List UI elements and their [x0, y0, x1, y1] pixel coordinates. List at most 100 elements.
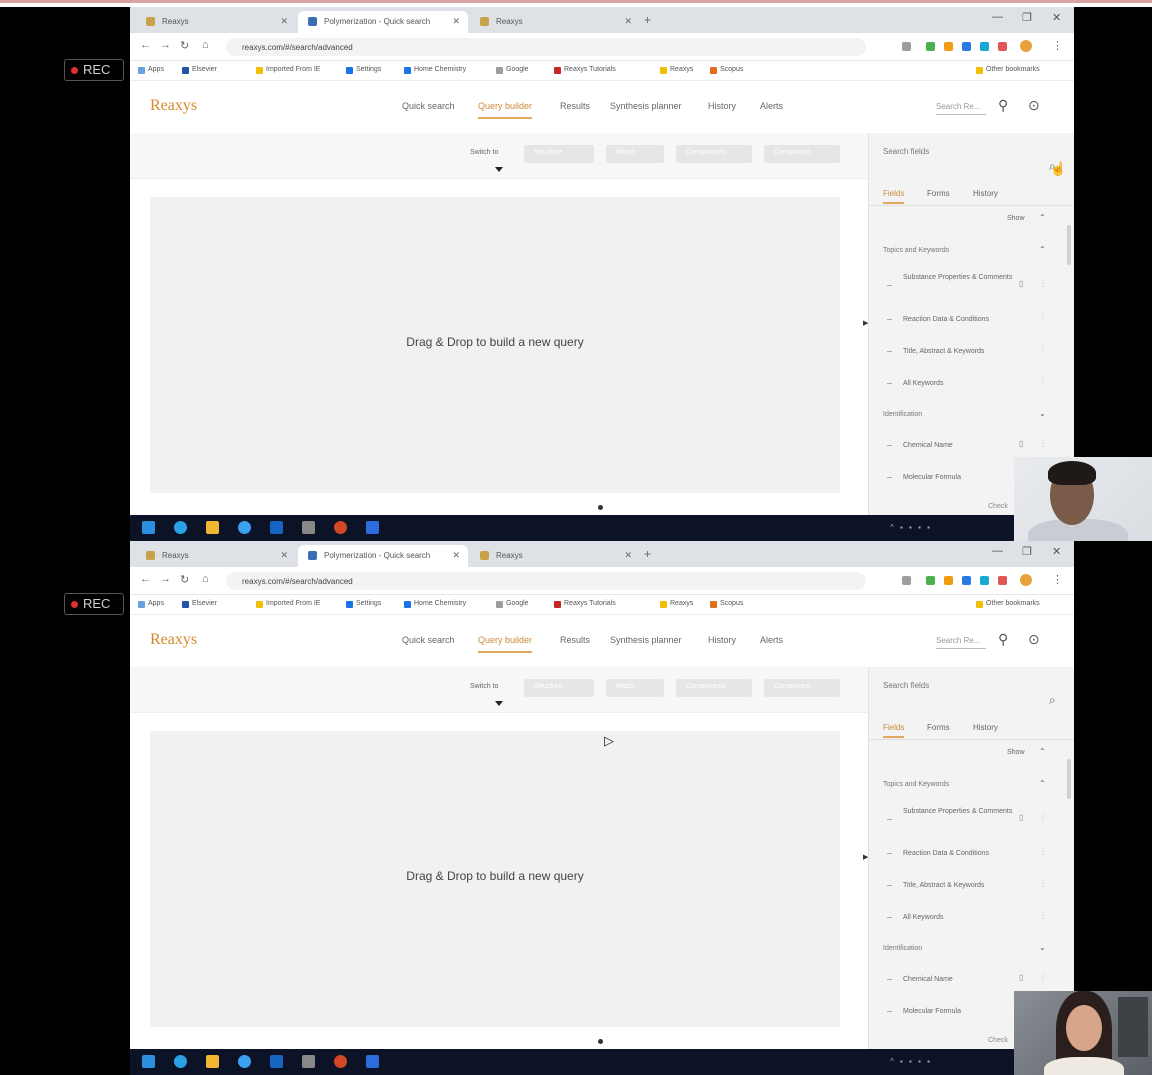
more-icon[interactable]: ⋮ — [1039, 911, 1047, 920]
back-icon[interactable]: ← — [140, 39, 151, 51]
minimize-icon[interactable]: — — [992, 11, 1003, 23]
tab-forms[interactable]: Forms — [927, 723, 950, 732]
drag-handle-icon[interactable] — [887, 1011, 892, 1012]
bookmark[interactable]: Settings — [346, 600, 381, 608]
match-button[interactable]: Match — [606, 679, 664, 697]
component-button[interactable]: Component — [764, 145, 840, 163]
close-window-icon[interactable]: ✕ — [1052, 11, 1061, 24]
app-icon[interactable] — [270, 521, 283, 534]
system-tray[interactable]: ^ ▪ ▪ ▪ ▪ — [890, 1057, 932, 1066]
chevron-up-icon[interactable]: ⌃ — [1039, 747, 1046, 756]
reaxys-logo[interactable]: Reaxys — [150, 631, 197, 649]
extension-icon[interactable] — [980, 576, 989, 585]
caret-down-icon[interactable] — [495, 701, 503, 706]
bookmark[interactable]: Reaxys Tutorials — [554, 66, 616, 74]
more-icon[interactable]: ⋮ — [1039, 813, 1047, 822]
more-icon[interactable]: ⋮ — [1039, 879, 1047, 888]
chevron-down-icon[interactable]: ⌄ — [1039, 409, 1046, 418]
powerpoint-icon[interactable] — [334, 521, 347, 534]
more-icon[interactable]: ⋮ — [1039, 279, 1047, 288]
resize-handle[interactable] — [598, 505, 603, 510]
more-icon[interactable]: ⋮ — [1039, 345, 1047, 354]
drag-handle-icon[interactable] — [887, 819, 892, 820]
tab-forms[interactable]: Forms — [927, 189, 950, 198]
extension-icon[interactable] — [926, 576, 935, 585]
query-drop-area[interactable]: Drag & Drop to build a new query — [150, 197, 840, 493]
user-icon[interactable]: ⚲ — [998, 631, 1008, 648]
browser-tab-1[interactable]: Reaxys ✕ — [136, 545, 296, 567]
bookmark[interactable]: Imported From IE — [256, 600, 320, 608]
drag-handle-icon[interactable] — [887, 319, 892, 320]
components-button[interactable]: Components — [676, 145, 752, 163]
structure-button[interactable]: Structure — [524, 145, 594, 163]
file-explorer-icon[interactable] — [206, 521, 219, 534]
bookmark[interactable]: Home Chemistry — [404, 66, 466, 74]
bookmark[interactable]: Settings — [346, 66, 381, 74]
new-tab-button[interactable]: + — [644, 547, 651, 561]
panel-scrollbar[interactable] — [1067, 225, 1071, 265]
field-item[interactable]: Reaction Data & Conditions — [903, 849, 1013, 859]
field-item[interactable]: All Keywords — [903, 379, 1013, 389]
forward-icon[interactable]: → — [160, 573, 171, 585]
powerpoint-icon[interactable] — [334, 1055, 347, 1068]
menu-icon[interactable]: ⋮ — [1052, 573, 1063, 586]
extension-icon[interactable] — [998, 42, 1007, 51]
field-item[interactable]: All Keywords — [903, 913, 1013, 923]
panel-scrollbar[interactable] — [1067, 759, 1071, 799]
extension-icon[interactable] — [962, 576, 971, 585]
drag-handle-icon[interactable] — [887, 917, 892, 918]
chevron-up-icon[interactable]: ⌃ — [1039, 779, 1046, 788]
ie-icon[interactable] — [238, 1055, 251, 1068]
browser-tab-2[interactable]: Polymerization - Quick search ✕ — [298, 11, 468, 33]
reload-icon[interactable]: ↻ — [180, 39, 189, 52]
panel-search-icon[interactable]: ⌕ — [1049, 693, 1056, 708]
new-tab-button[interactable]: + — [644, 13, 651, 27]
close-tab-icon[interactable]: ✕ — [280, 16, 288, 27]
close-tab-icon[interactable]: ✕ — [624, 16, 632, 27]
browser-tab-3[interactable]: Reaxys ✕ — [470, 11, 640, 33]
more-icon[interactable]: ⋮ — [1039, 439, 1047, 448]
nav-alerts[interactable]: Alerts — [760, 101, 783, 111]
more-icon[interactable]: ⋮ — [1039, 847, 1047, 856]
more-icon[interactable]: ⋮ — [1039, 377, 1047, 386]
edge-icon[interactable] — [174, 521, 187, 534]
field-item[interactable]: Title, Abstract & Keywords — [903, 347, 1013, 357]
bookmark[interactable]: Elsevier — [182, 66, 217, 74]
windows-start-icon[interactable] — [142, 521, 155, 534]
extension-icon[interactable] — [944, 42, 953, 51]
windows-start-icon[interactable] — [142, 1055, 155, 1068]
nav-results[interactable]: Results — [560, 101, 590, 111]
copy-icon[interactable]: ▯ — [1019, 973, 1023, 982]
extension-icon[interactable] — [980, 42, 989, 51]
copy-icon[interactable]: ▯ — [1019, 813, 1023, 822]
peek-label[interactable]: Check — [988, 503, 1008, 510]
more-icon[interactable]: ⋮ — [1039, 313, 1047, 322]
help-icon[interactable]: ⊙ — [1028, 97, 1040, 114]
help-icon[interactable]: ⊙ — [1028, 631, 1040, 648]
query-drop-area[interactable]: Drag & Drop to build a new query — [150, 731, 840, 1027]
minimize-icon[interactable]: — — [992, 545, 1003, 557]
component-button[interactable]: Component — [764, 679, 840, 697]
chevron-up-icon[interactable]: ⌃ — [1039, 245, 1046, 254]
show-toggle[interactable]: Show — [1007, 749, 1025, 756]
drag-handle-icon[interactable] — [887, 445, 892, 446]
field-item[interactable]: Molecular Formula — [903, 473, 1013, 483]
group-identification[interactable]: Identification — [883, 411, 922, 418]
field-item[interactable]: Chemical Name — [903, 975, 1013, 985]
nav-quick-search[interactable]: Quick search — [402, 101, 455, 111]
field-item[interactable]: Substance Properties & Comments — [903, 807, 1013, 817]
app-icon[interactable] — [270, 1055, 283, 1068]
home-icon[interactable]: ⌂ — [202, 573, 209, 585]
bookmark[interactable]: Home Chemistry — [404, 600, 466, 608]
menu-icon[interactable]: ⋮ — [1052, 39, 1063, 52]
zoom-icon[interactable] — [366, 521, 379, 534]
drag-handle-icon[interactable] — [887, 979, 892, 980]
bookmark[interactable]: Reaxys — [660, 66, 693, 74]
show-toggle[interactable]: Show — [1007, 215, 1025, 222]
zoom-icon[interactable] — [366, 1055, 379, 1068]
user-icon[interactable]: ⚲ — [998, 97, 1008, 114]
reload-icon[interactable]: ↻ — [180, 573, 189, 586]
bookmark[interactable]: Scopus — [710, 66, 743, 74]
components-button[interactable]: Components — [676, 679, 752, 697]
bookmark[interactable]: Scopus — [710, 600, 743, 608]
